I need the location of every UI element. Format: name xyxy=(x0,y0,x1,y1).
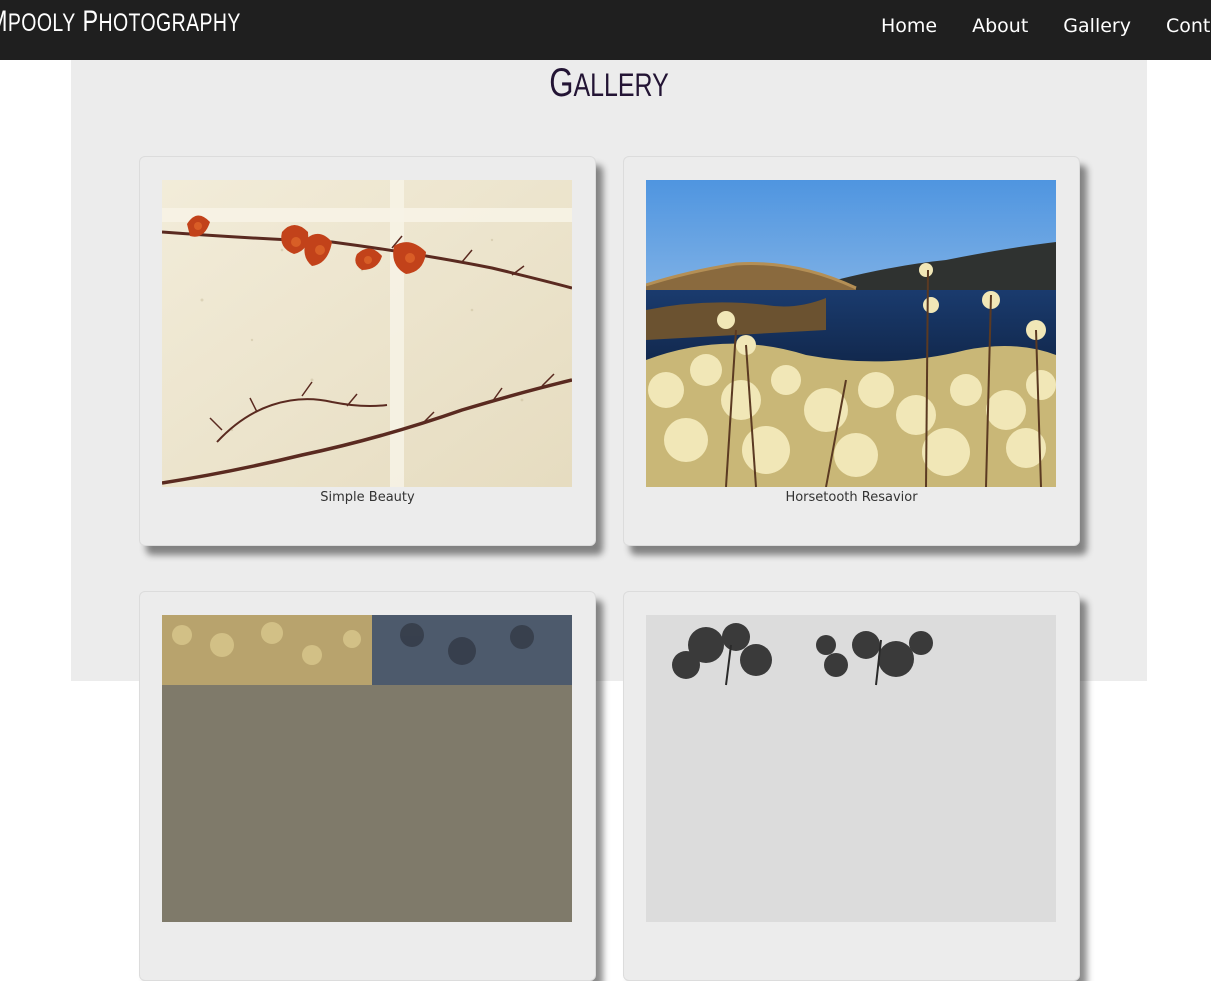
title-letter-g: G xyxy=(549,61,574,105)
navbar: MPOOLY PHOTOGRAPHY Home About Gallery Co… xyxy=(0,0,1211,60)
reservoir-image xyxy=(646,180,1056,487)
main-nav: Home About Gallery Contact xyxy=(881,13,1211,43)
photo-4-image xyxy=(646,615,1056,922)
nav-link-gallery[interactable]: Gallery xyxy=(1063,13,1131,43)
brand-ooly: OOLY xyxy=(21,9,76,37)
brand-letter-p2: P xyxy=(82,5,99,38)
gallery-card[interactable]: Simple Beauty xyxy=(139,156,596,546)
site-logo[interactable]: MPOOLY PHOTOGRAPHY xyxy=(0,0,241,44)
photo-3-image xyxy=(162,615,572,922)
gallery-card[interactable] xyxy=(623,591,1080,981)
gallery-section: GALLERY Simple Beauty Horsetooth Resavio… xyxy=(71,60,1147,981)
gallery-photo-reservoir[interactable] xyxy=(646,180,1056,487)
gallery-photo-3[interactable] xyxy=(162,615,572,922)
nav-link-home[interactable]: Home xyxy=(881,13,937,43)
gallery-photo-vines[interactable] xyxy=(162,180,572,487)
vines-image xyxy=(162,180,572,487)
gallery-card[interactable] xyxy=(139,591,596,981)
title-rest: ALLERY xyxy=(573,67,669,103)
photo-caption: Horsetooth Resavior xyxy=(785,490,918,505)
nav-link-about[interactable]: About xyxy=(972,13,1028,43)
brand-letter-m: M xyxy=(0,5,8,38)
brand-letter-p: P xyxy=(7,9,22,37)
photo-caption: Simple Beauty xyxy=(320,490,415,505)
page-title: GALLERY xyxy=(189,61,1028,107)
nav-link-contact[interactable]: Contact xyxy=(1166,13,1211,43)
gallery-card[interactable]: Horsetooth Resavior xyxy=(623,156,1080,546)
gallery-photo-4[interactable] xyxy=(646,615,1056,922)
brand-hotography: HOTOGRAPHY xyxy=(98,9,241,37)
